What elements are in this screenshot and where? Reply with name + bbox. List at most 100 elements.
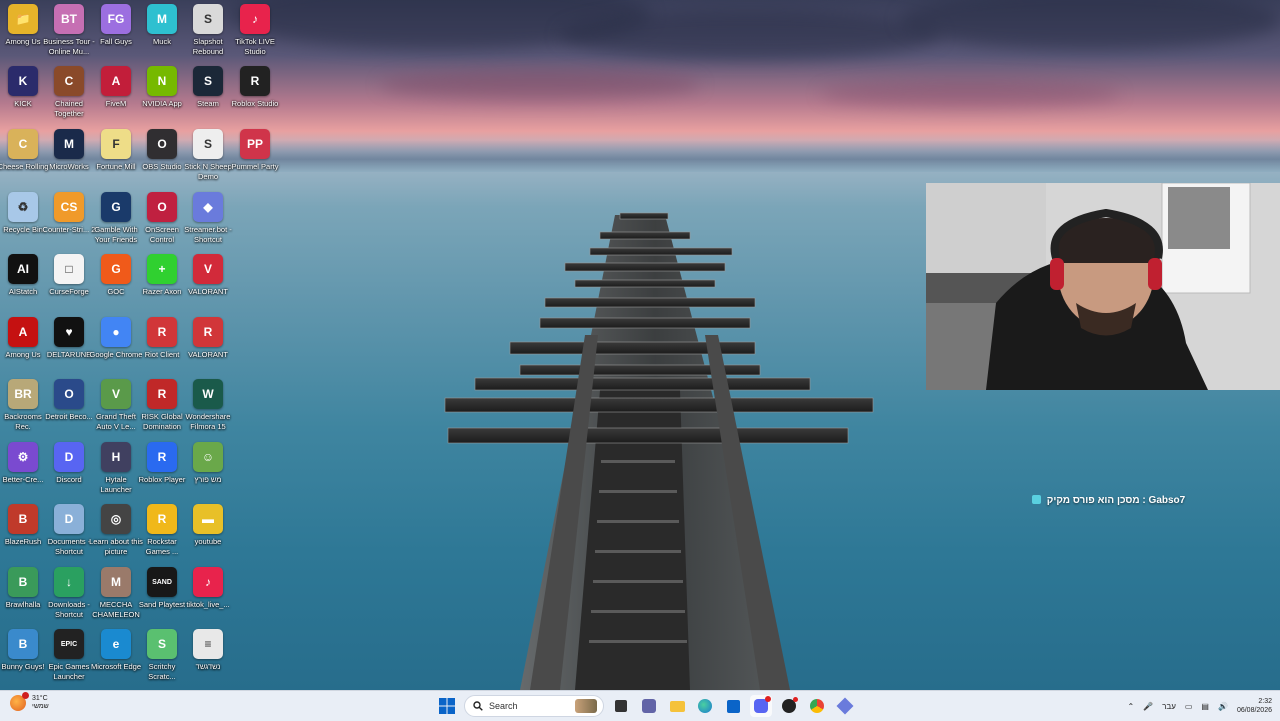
desktop-icon[interactable]: ♥ DELTARUNE [46,317,92,360]
weather-description: שמשי [32,703,49,710]
desktop-icon[interactable]: O Detroit Beco... [45,379,93,422]
desktop-icon[interactable]: R Riot Client [139,317,185,360]
app-icon: N [147,66,177,96]
desktop-icon[interactable]: 📁 Among Us [0,4,46,47]
desktop-icon[interactable]: SAND Sand Playtest [139,567,185,610]
desktop-icon-label: Downloads - Shortcut [48,600,90,619]
desktop-icon[interactable]: ↓ Downloads - Shortcut [46,567,92,619]
chevron-up-icon[interactable]: ⌃ [1127,702,1134,711]
desktop-icon[interactable]: ≡ נשדגשד [185,629,231,672]
desktop-icon[interactable]: ● Google Chrome [90,317,142,360]
desktop-icon[interactable]: AI AIStatch [0,254,46,297]
desktop-icon[interactable]: C Chained Together [46,66,92,118]
desktop-icon-label: TikTok LIVE Studio [235,37,275,56]
desktop-icon[interactable]: G Gamble With Your Friends [93,192,139,244]
desktop-icon[interactable]: D Documents - Shortcut [46,504,92,556]
desktop-icon[interactable]: K KICK [0,66,46,109]
desktop-icon[interactable]: ◆ Streamer.bot - Shortcut [184,192,232,244]
edge-button[interactable] [694,695,716,717]
desktop-icon[interactable]: A FiveM [93,66,139,109]
desktop-icon[interactable]: + Razer Axon [139,254,185,297]
desktop-icon[interactable]: O OnScreen Control [139,192,185,244]
desktop-icon-grid: 📁 Among Us BT Business Tour - Online Mu... F… [0,0,279,690]
store-icon [726,699,740,713]
desktop-icon[interactable]: A Among Us [0,317,46,360]
desktop-icon[interactable]: e Microsoft Edge [91,629,141,672]
obs-taskbar-button[interactable] [778,695,800,717]
streamerbot-taskbar-button[interactable] [834,695,856,717]
app-icon: A [101,66,131,96]
desktop-icon[interactable]: S Scritchy Scratc... [139,629,185,681]
desktop-icon[interactable]: F Fortune Mill [93,129,139,172]
desktop-icon[interactable]: B Brawlhalla [0,567,46,610]
app-icon: M [101,567,131,597]
desktop-icon-label: MicroWorks [49,162,89,171]
desktop-icon[interactable]: R RISK Global Domination [139,379,185,431]
desktop-icon[interactable]: ◎ Learn about this picture [89,504,143,556]
desktop-icon[interactable]: M MicroWorks [46,129,92,172]
desktop-icon-label: Roblox Studio [231,99,279,108]
display-icon[interactable]: ▭ [1185,702,1193,711]
desktop-icon[interactable]: B BlazeRush [0,504,46,547]
start-button[interactable] [436,695,458,717]
language-indicator[interactable]: עבר [1162,702,1176,711]
desktop-icon[interactable]: S Stick N Sheep Demo [184,129,232,181]
desktop-icon[interactable]: R Roblox Studio [232,66,278,109]
weather-widget[interactable]: 31°C שמשי [10,692,49,711]
network-icon[interactable]: ▤ [1201,702,1209,711]
desktop-icon-label: Stick N Sheep Demo [184,162,232,181]
app-icon: CS [54,192,84,222]
desktop-icon[interactable]: V VALORANT [185,254,231,297]
desktop-icon[interactable]: N NVIDIA App [139,66,185,109]
taskbar-search[interactable]: Search [464,695,604,717]
app-icon: ♻ [8,192,38,222]
desktop-icon[interactable]: BR Backrooms Rec. [0,379,46,431]
app-icon: M [54,129,84,159]
desktop-icon[interactable]: □ CurseForge [46,254,92,297]
discord-taskbar-button[interactable] [750,695,772,717]
desktop-icon[interactable]: D Discord [46,442,92,485]
system-tray: ⌃ 🎤 עבר ▭ ▤ 🔊 2:32 06/08/2026 [1127,693,1272,719]
task-view-button[interactable] [610,695,632,717]
microphone-icon[interactable]: 🎤 [1143,702,1153,711]
app-icon: R [147,442,177,472]
desktop-icon[interactable]: R VALORANT [185,317,231,360]
volume-icon[interactable]: 🔊 [1218,702,1228,711]
app-icon: R [240,66,270,96]
store-button[interactable] [722,695,744,717]
app-icon: e [101,629,131,659]
desktop-icon[interactable]: B Bunny Guys! [0,629,46,672]
desktop-icon[interactable]: O OBS Studio [139,129,185,172]
desktop-icon[interactable]: ⚙ Better-Cre... [0,442,46,485]
clock[interactable]: 2:32 06/08/2026 [1237,697,1272,715]
desktop-icon[interactable]: EPIC Epic Games Launcher [46,629,92,681]
teams-icon [642,699,656,713]
desktop-icon[interactable]: M MECCHA CHAMELEON [92,567,140,619]
desktop-icon[interactable]: S Slapshot Rebound [185,4,231,56]
desktop-icon[interactable]: ♪ tiktok_live_... [185,567,231,610]
desktop-icon[interactable]: C Cheese Rolling [0,129,48,172]
desktop-icon[interactable]: BT Business Tour - Online Mu... [43,4,95,56]
desktop-icon[interactable]: R Rockstar Games ... [139,504,185,556]
chrome-taskbar-button[interactable] [806,695,828,717]
app-icon: S [193,66,223,96]
desktop-icon[interactable]: V Grand Theft Auto V Le... [93,379,139,431]
desktop-icon[interactable]: M Muck [139,4,185,47]
desktop-icon[interactable]: R Roblox Player [139,442,185,485]
desktop-icon[interactable]: G GOC [93,254,139,297]
desktop-icon[interactable]: ▬ youtube [185,504,231,547]
desktop-icon[interactable]: W Wondershare Filmora 15 [185,379,231,431]
file-explorer-button[interactable] [666,695,688,717]
desktop-icon[interactable]: FG Fall Guys [93,4,139,47]
desktop-icon[interactable]: ♻ Recycle Bin [0,192,46,235]
desktop-icon[interactable]: H Hytale Launcher [93,442,139,494]
app-icon: D [54,504,84,534]
desktop-icon[interactable]: PP Pummel Party [231,129,279,172]
teams-button[interactable] [638,695,660,717]
desktop-icon[interactable]: CS Counter-Stri... 2 [43,192,95,235]
desktop-icon[interactable]: ♪ TikTok LIVE Studio [232,4,278,56]
app-icon: D [54,442,84,472]
desktop-icon[interactable]: S Steam [185,66,231,109]
desktop-icon[interactable]: ☺ מש פורץ [185,442,231,485]
desktop-icon-label: Steam [197,99,219,108]
